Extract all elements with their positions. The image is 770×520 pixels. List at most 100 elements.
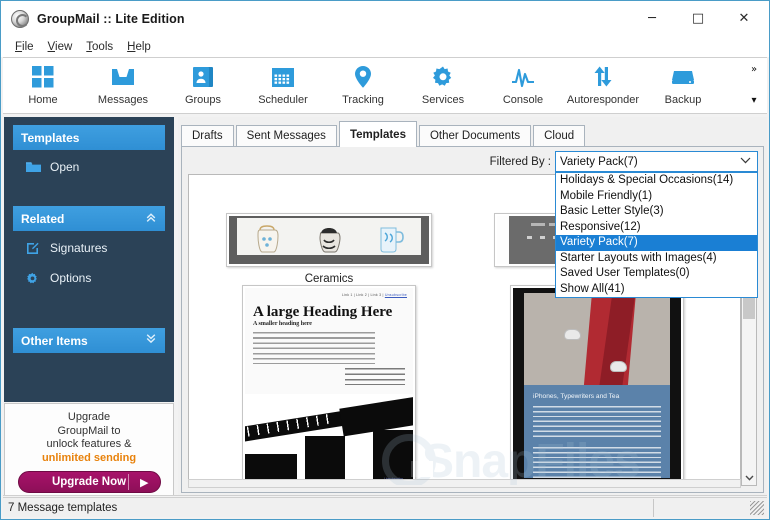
ribbon-label: Services xyxy=(421,94,465,106)
preview-body-text xyxy=(253,332,375,364)
ribbon-label: Backup xyxy=(664,94,702,106)
close-icon[interactable]: ✕ xyxy=(721,2,767,35)
folder-icon xyxy=(26,161,46,173)
music-guitar-thumbnail: Link 1 | Link 2 | Link 3 | Unsubscribe A… xyxy=(245,288,413,484)
tab-drafts[interactable]: Drafts xyxy=(181,125,234,147)
filter-option-mobile-friendly[interactable]: Mobile Friendly(1) xyxy=(556,189,757,205)
filter-option-holidays[interactable]: Holidays & Special Occasions(14) xyxy=(556,173,757,189)
filter-option-basic-letter-style[interactable]: Basic Letter Style(3) xyxy=(556,204,757,220)
chevron-up-icon xyxy=(145,212,157,226)
menu-item-help[interactable]: Help xyxy=(120,40,158,54)
sidebar-panel-header-related[interactable]: Related xyxy=(13,206,165,231)
resize-grip-icon[interactable] xyxy=(750,500,764,515)
upgrade-now-button[interactable]: Upgrade Now ▶ xyxy=(17,471,161,493)
template-thumbnail[interactable]: iPhones, Typewriters and Tea xyxy=(510,285,684,485)
tab-strip: Drafts Sent Messages Templates Other Doc… xyxy=(181,121,587,147)
content-block: iPhones, Typewriters and Tea xyxy=(524,385,670,478)
menu-item-tools[interactable]: Tools xyxy=(79,40,120,54)
filter-option-starter-layouts[interactable]: Starter Layouts with Images(4) xyxy=(556,251,757,267)
ribbon-button-messages[interactable]: Messages xyxy=(83,58,163,113)
status-bar: 7 Message templates xyxy=(3,497,767,517)
gear-icon xyxy=(26,272,46,285)
filter-row: Filtered By : Variety Pack(7) xyxy=(490,151,758,172)
ribbon-overflow[interactable]: » ▾ xyxy=(744,60,764,112)
filter-option-variety-pack[interactable]: Variety Pack(7) xyxy=(556,235,757,251)
tab-templates[interactable]: Templates xyxy=(338,121,417,147)
chevron-down-icon[interactable] xyxy=(740,156,751,167)
preview-heading: A large Heading Here xyxy=(253,304,393,320)
minimize-icon[interactable]: ─ xyxy=(629,2,675,35)
ribbon-button-home[interactable]: Home xyxy=(3,58,83,113)
sidebar-item-open[interactable]: Open xyxy=(4,154,174,180)
status-text: 7 Message templates xyxy=(8,501,118,514)
calendar-icon xyxy=(270,63,296,91)
template-thumbnail[interactable] xyxy=(226,213,432,267)
pencil-square-icon xyxy=(26,242,46,255)
sidebar-item-label: Options xyxy=(50,271,92,285)
overflow-chevron-icon[interactable]: » xyxy=(751,64,757,75)
preview-subheading: A smaller heading here xyxy=(253,321,312,327)
filter-dropdown-list[interactable]: Holidays & Special Occasions(14) Mobile … xyxy=(555,172,758,298)
filter-option-show-all[interactable]: Show All(41) xyxy=(556,282,757,298)
template-label: Ceramics xyxy=(304,273,354,285)
preview-nav: Link 1 | Link 2 | Link 3 | Unsubscribe xyxy=(341,293,407,297)
pot-icon xyxy=(257,225,279,253)
filter-option-responsive[interactable]: Responsive(12) xyxy=(556,220,757,236)
ribbon-button-console[interactable]: Console xyxy=(483,58,563,113)
template-item-music[interactable]: Link 1 | Link 2 | Link 3 | Unsubscribe A… xyxy=(195,285,463,485)
upgrade-button-label: Upgrade Now xyxy=(51,476,127,488)
menu-bar: File View Tools Help xyxy=(1,36,769,57)
upgrade-highlight: unlimited sending xyxy=(41,451,137,464)
groupmail-logo-icon xyxy=(11,9,29,28)
upgrade-line-2: GroupMail to xyxy=(57,424,121,437)
sidebar-panel-header-templates[interactable]: Templates xyxy=(13,125,165,150)
gear-icon xyxy=(431,63,455,91)
sidebar-panel-header-other-items[interactable]: Other Items xyxy=(13,328,165,353)
sidebar-item-options[interactable]: Options xyxy=(4,265,174,291)
template-item-ceramics[interactable]: Ceramics xyxy=(195,177,463,285)
ribbon-label: Tracking xyxy=(342,94,384,106)
sidebar-item-label: Open xyxy=(50,160,80,174)
ribbon-button-groups[interactable]: Groups xyxy=(163,58,243,113)
ribbon-button-scheduler[interactable]: Scheduler xyxy=(243,58,323,113)
tab-sent-messages[interactable]: Sent Messages xyxy=(235,125,337,147)
sidebar-item-label: Signatures xyxy=(50,241,108,255)
map-pin-icon xyxy=(352,63,374,91)
ribbon-label: Autoresponder xyxy=(566,94,640,106)
preview-heading: iPhones, Typewriters and Tea xyxy=(533,393,620,400)
ribbon-label: Scheduler xyxy=(258,94,308,106)
ribbon-label: Home xyxy=(28,94,58,106)
menu-item-file[interactable]: File xyxy=(8,40,41,54)
filter-label: Filtered By : xyxy=(489,155,551,168)
ribbon-button-autoresponder[interactable]: Autoresponder xyxy=(563,58,643,113)
ribbon-toolbar: Home Messages Groups Scheduler Tracking xyxy=(3,57,767,114)
button-divider xyxy=(127,474,129,490)
mug-icon xyxy=(380,227,405,253)
template-thumbnail[interactable]: Link 1 | Link 2 | Link 3 | Unsubscribe A… xyxy=(242,285,416,485)
guitar-artwork xyxy=(245,394,413,484)
tab-other-documents[interactable]: Other Documents xyxy=(418,125,532,147)
scroll-down-icon[interactable] xyxy=(742,470,756,485)
upgrade-promo-box: Upgrade GroupMail to unlock features & u… xyxy=(4,403,174,496)
hard-drive-icon xyxy=(670,63,696,91)
status-separator xyxy=(3,495,767,496)
ribbon-button-tracking[interactable]: Tracking xyxy=(323,58,403,113)
ribbon-button-services[interactable]: Services xyxy=(403,58,483,113)
template-item-one-step[interactable]: iPhones, Typewriters and Tea One Step xyxy=(463,285,731,485)
sidebar-panel-title: Other Items xyxy=(21,333,88,348)
sidebar-item-signatures[interactable]: Signatures xyxy=(4,235,174,261)
sidebar-panel-title: Related xyxy=(21,211,65,226)
maximize-icon[interactable]: □ xyxy=(675,2,721,35)
filter-combobox[interactable]: Variety Pack(7) xyxy=(555,151,758,172)
filter-option-saved-user-templates[interactable]: Saved User Templates(0) xyxy=(556,266,757,282)
tab-cloud[interactable]: Cloud xyxy=(533,125,586,147)
status-panel-secondary xyxy=(653,498,750,517)
ribbon-expand-icon[interactable]: ▾ xyxy=(751,95,756,106)
preview-meta-text xyxy=(345,368,405,385)
ceramics-thumbnail xyxy=(229,216,429,264)
upgrade-line-3: unlock features & xyxy=(46,438,132,450)
gallery-horizontal-scrollbar[interactable] xyxy=(188,479,741,488)
ribbon-button-backup[interactable]: Backup xyxy=(643,58,723,113)
pot-icon xyxy=(319,228,341,253)
menu-item-view[interactable]: View xyxy=(41,40,80,54)
